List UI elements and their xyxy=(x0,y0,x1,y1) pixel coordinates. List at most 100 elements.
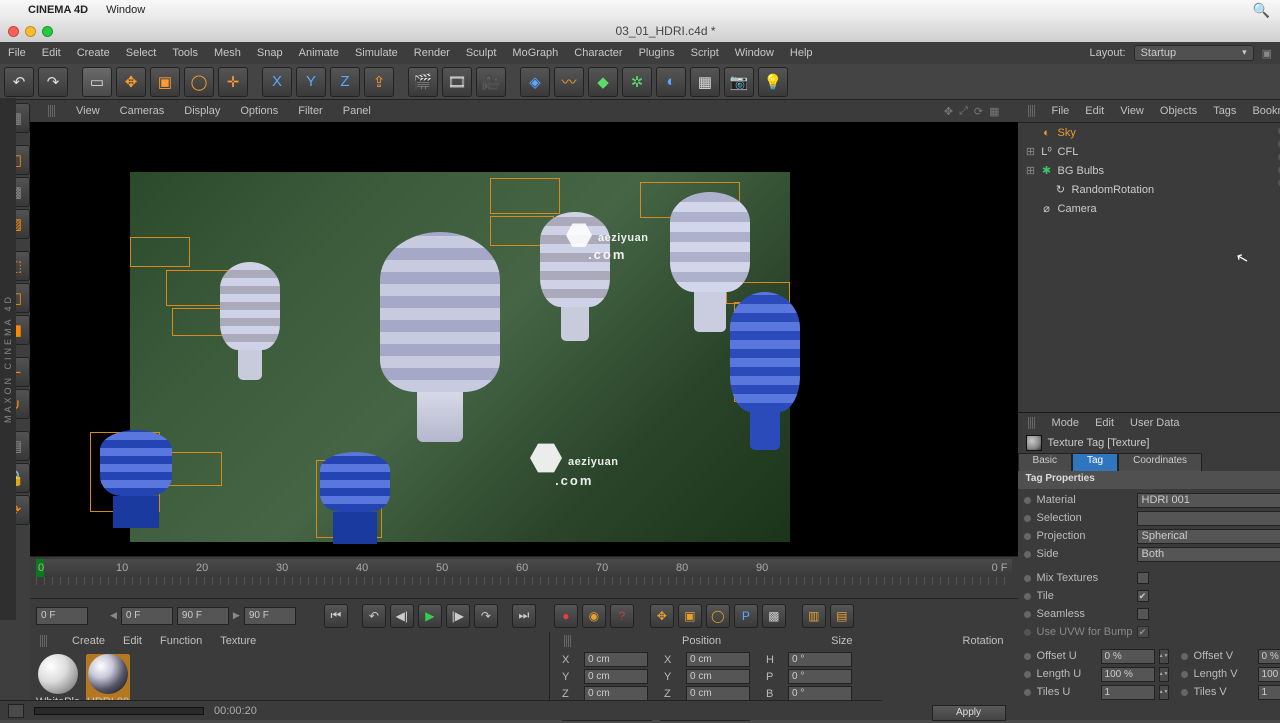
menu-help[interactable]: Help xyxy=(790,47,813,59)
object-manager[interactable]: ✔ ✔ ◐Sky ⊞L⁰CFL ⊞✱BG Bulbs ↻RandomRotati… xyxy=(1018,122,1280,412)
bulb-button[interactable]: 💡 xyxy=(758,67,788,97)
scale-key-toggle[interactable]: ▣ xyxy=(678,604,702,628)
vp-layout-icon[interactable]: ▦ xyxy=(989,105,999,118)
timeline[interactable]: 0 10 20 30 40 50 60 70 80 90 0 F xyxy=(30,556,1018,598)
drag-handle-icon[interactable] xyxy=(564,635,572,647)
om-menu-view[interactable]: View xyxy=(1120,105,1144,117)
undo-button[interactable]: ↶ xyxy=(4,67,34,97)
render-view-button[interactable]: 🎬 xyxy=(408,67,438,97)
seamless-checkbox[interactable] xyxy=(1137,608,1149,620)
menu-character[interactable]: Character xyxy=(574,47,622,59)
rot-p-field[interactable] xyxy=(788,669,852,684)
prev-key-button[interactable]: ↶ xyxy=(362,604,386,628)
object-row-sky[interactable]: ◐Sky xyxy=(1018,123,1280,142)
offset-u-field[interactable] xyxy=(1101,649,1155,664)
vp-zoom-icon[interactable]: ⤢ xyxy=(959,105,968,118)
size-y-field[interactable] xyxy=(686,669,750,684)
offset-v-field[interactable] xyxy=(1258,649,1280,664)
menu-edit[interactable]: Edit xyxy=(42,47,61,59)
next-key-button[interactable]: ↷ xyxy=(474,604,498,628)
play-button[interactable]: ▶ xyxy=(418,604,442,628)
selection-field[interactable] xyxy=(1137,511,1280,526)
go-start-button[interactable]: ⏮ xyxy=(324,604,348,628)
light-button[interactable]: 📷 xyxy=(724,67,754,97)
axis-y-toggle[interactable]: Y xyxy=(296,67,326,97)
mat-menu-edit[interactable]: Edit xyxy=(123,635,142,647)
range-start-field[interactable] xyxy=(121,607,173,625)
pos-z-field[interactable] xyxy=(584,686,648,701)
mat-menu-create[interactable]: Create xyxy=(72,635,105,647)
camera-button[interactable]: ▦ xyxy=(690,67,720,97)
object-row-cfl[interactable]: ⊞L⁰CFL xyxy=(1018,142,1280,161)
menu-sculpt[interactable]: Sculpt xyxy=(466,47,497,59)
current-frame-field[interactable] xyxy=(36,607,88,625)
menu-render[interactable]: Render xyxy=(414,47,450,59)
move-tool[interactable]: ✥ xyxy=(116,67,146,97)
om-menu-objects[interactable]: Objects xyxy=(1160,105,1197,117)
om-menu-tags[interactable]: Tags xyxy=(1213,105,1236,117)
go-end-button[interactable]: ⏭ xyxy=(512,604,536,628)
layout-save-icon[interactable]: ▣ xyxy=(1262,47,1272,60)
material-field[interactable]: HDRI 001 xyxy=(1137,493,1280,508)
om-menu-bookmarks[interactable]: Bookmarks xyxy=(1252,105,1280,117)
pla-key-toggle[interactable]: ▩ xyxy=(762,604,786,628)
mix-textures-checkbox[interactable] xyxy=(1137,572,1149,584)
project-end-field[interactable] xyxy=(244,607,296,625)
tile-checkbox[interactable]: ✔ xyxy=(1137,590,1149,602)
tiles-u-field[interactable] xyxy=(1101,685,1155,700)
menu-mesh[interactable]: Mesh xyxy=(214,47,241,59)
drag-handle-icon[interactable] xyxy=(48,105,56,117)
pos-x-field[interactable] xyxy=(584,652,648,667)
projection-select[interactable]: Spherical xyxy=(1137,529,1280,544)
autokey-button[interactable]: ◉ xyxy=(582,604,606,628)
render-region-button[interactable]: 🎞 xyxy=(442,67,472,97)
param-key-toggle[interactable]: P xyxy=(734,604,758,628)
axis-x-toggle[interactable]: X xyxy=(262,67,292,97)
scale-tool[interactable]: ▣ xyxy=(150,67,180,97)
timeline-ruler[interactable]: 0 10 20 30 40 50 60 70 80 90 0 F xyxy=(36,559,1012,577)
range-end-field[interactable] xyxy=(177,607,229,625)
vp-menu-display[interactable]: Display xyxy=(184,105,220,117)
menu-create[interactable]: Create xyxy=(77,47,110,59)
rotate-tool[interactable]: ◯ xyxy=(184,67,214,97)
menu-window[interactable]: Window xyxy=(735,47,774,59)
attr-menu-edit[interactable]: Edit xyxy=(1095,417,1114,429)
primitive-cube-button[interactable]: ◈ xyxy=(520,67,550,97)
rot-key-toggle[interactable]: ◯ xyxy=(706,604,730,628)
zoom-button[interactable] xyxy=(42,26,53,37)
close-button[interactable] xyxy=(8,26,19,37)
pos-key-toggle[interactable]: ✥ xyxy=(650,604,674,628)
status-button[interactable] xyxy=(8,704,24,718)
menu-simulate[interactable]: Simulate xyxy=(355,47,398,59)
mat-menu-texture[interactable]: Texture xyxy=(220,635,256,647)
rot-b-field[interactable] xyxy=(788,686,852,701)
viewport[interactable]: aeziyuan .com aeziyuan .com xyxy=(30,122,1018,556)
mac-menu-window[interactable]: Window xyxy=(106,4,145,16)
vp-rotate-icon[interactable]: ⟳ xyxy=(974,105,983,118)
mac-app[interactable]: CINEMA 4D xyxy=(28,4,88,16)
last-tool[interactable]: ✛ xyxy=(218,67,248,97)
vp-menu-panel[interactable]: Panel xyxy=(343,105,371,117)
side-select[interactable]: Both xyxy=(1137,547,1280,562)
object-row-randomrot[interactable]: ↻RandomRotation xyxy=(1018,180,1280,199)
tab-tag[interactable]: Tag xyxy=(1072,453,1118,471)
size-x-field[interactable] xyxy=(686,652,750,667)
record-button[interactable]: ● xyxy=(554,604,578,628)
animation-layout-button[interactable]: ▥ xyxy=(802,604,826,628)
length-v-field[interactable] xyxy=(1258,667,1280,682)
keyframe-sel-button[interactable]: ? xyxy=(610,604,634,628)
menu-snap[interactable]: Snap xyxy=(257,47,283,59)
drag-handle-icon[interactable] xyxy=(40,635,48,647)
tab-basic[interactable]: Basic xyxy=(1018,453,1072,471)
drag-handle-icon[interactable] xyxy=(1028,105,1036,117)
size-z-field[interactable] xyxy=(686,686,750,701)
pos-y-field[interactable] xyxy=(584,669,648,684)
timeline-button[interactable]: ▤ xyxy=(830,604,854,628)
menu-select[interactable]: Select xyxy=(126,47,157,59)
select-tool[interactable]: ▭ xyxy=(82,67,112,97)
menu-plugins[interactable]: Plugins xyxy=(639,47,675,59)
generator-button[interactable]: ◆ xyxy=(588,67,618,97)
spline-button[interactable]: 〰 xyxy=(554,67,584,97)
vp-pan-icon[interactable]: ✥ xyxy=(944,105,953,118)
mat-menu-function[interactable]: Function xyxy=(160,635,202,647)
